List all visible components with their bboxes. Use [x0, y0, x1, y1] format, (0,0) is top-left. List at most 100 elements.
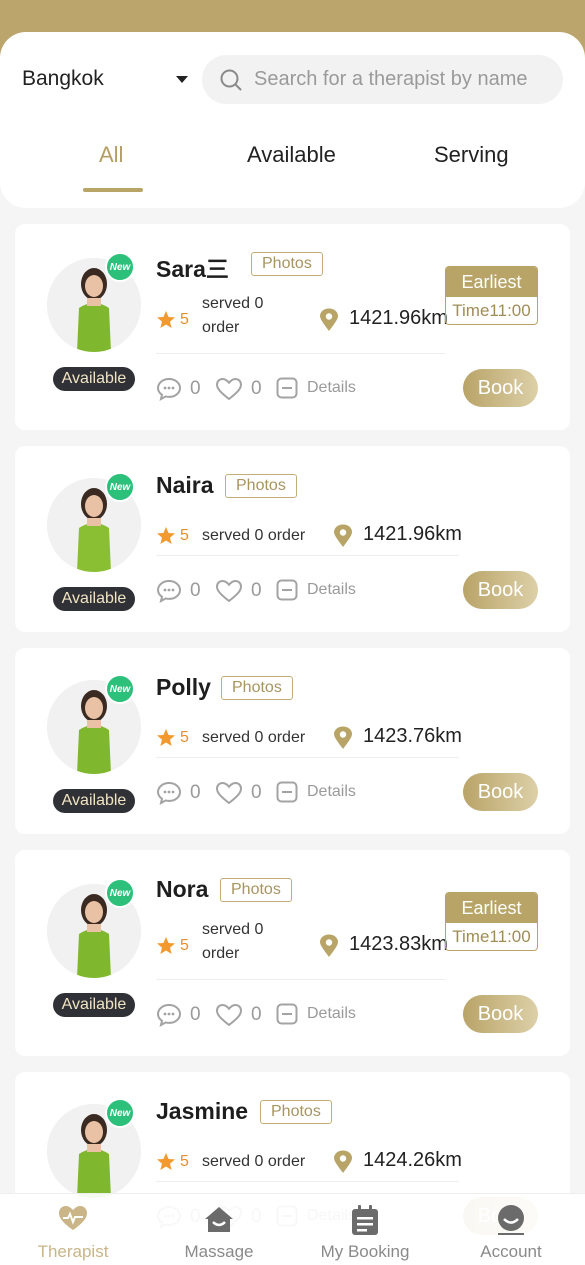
details-label: Details: [307, 581, 356, 598]
details-label: Details: [307, 1005, 356, 1022]
photos-button[interactable]: Photos: [260, 1100, 332, 1124]
details-link[interactable]: Details: [276, 579, 356, 601]
therapist-name: Sara三: [156, 256, 229, 282]
divider: [156, 555, 459, 556]
comment-icon: [156, 1003, 182, 1027]
therapist-card[interactable]: New Available Sara三 Photos 5 served 0 order …: [15, 224, 570, 430]
search-icon: [220, 69, 242, 90]
rating-value: 5: [180, 311, 189, 328]
served-count: served 0 order: [202, 1153, 306, 1170]
distance-value: 1423.83km: [349, 933, 448, 955]
photos-button[interactable]: Photos: [221, 676, 293, 700]
nav-label: Account: [480, 1242, 542, 1261]
star-icon: [157, 527, 175, 544]
therapist-name: Nora: [156, 876, 209, 902]
earliest-title: Earliest: [446, 893, 537, 923]
earliest-slot: Earliest Time11:00: [445, 266, 538, 325]
details-link[interactable]: Details: [276, 1003, 356, 1025]
comments-stat[interactable]: 0: [156, 579, 201, 603]
star-icon: [157, 729, 175, 746]
earliest-time: Time11:00: [452, 301, 531, 320]
new-badge: New: [105, 1098, 135, 1128]
calendar-icon: [352, 1205, 378, 1235]
nav-account[interactable]: Account: [438, 1194, 584, 1265]
therapist-name: Polly: [156, 674, 211, 700]
new-badge: New: [105, 674, 135, 704]
comment-icon: [156, 579, 182, 603]
details-link[interactable]: Details: [276, 781, 356, 803]
tab-serving[interactable]: Serving: [434, 142, 509, 168]
star-icon: [157, 937, 175, 954]
comment-count: 0: [190, 1004, 201, 1025]
tab-available[interactable]: Available: [247, 142, 336, 168]
filter-tabs: All Available Serving: [0, 128, 585, 198]
details-link[interactable]: Details: [276, 377, 356, 399]
comments-stat[interactable]: 0: [156, 1003, 201, 1027]
therapist-card[interactable]: New Available Polly Photos 5 served 0 order …: [15, 648, 570, 834]
status-badge: Available: [53, 789, 135, 813]
details-icon: [276, 579, 298, 601]
like-count: 0: [251, 580, 262, 601]
comment-count: 0: [190, 378, 201, 399]
book-button[interactable]: Book: [463, 369, 538, 407]
nav-therapist[interactable]: Therapist: [0, 1194, 146, 1265]
photos-button[interactable]: Photos: [251, 252, 323, 276]
therapist-card[interactable]: New Available Naira Photos 5 served 0 order …: [15, 446, 570, 632]
divider: [156, 979, 445, 980]
distance-value: 1424.26km: [363, 1149, 462, 1171]
user-icon: [498, 1205, 524, 1235]
details-icon: [276, 377, 298, 399]
earliest-slot: Earliest Time11:00: [445, 892, 538, 951]
bottom-navigation: Therapist Massage My Booking Account: [0, 1193, 585, 1265]
nav-label: My Booking: [320, 1242, 410, 1261]
chevron-down-icon: [176, 75, 188, 83]
details-label: Details: [307, 783, 356, 800]
comment-count: 0: [190, 782, 201, 803]
location-pin-icon: [334, 726, 352, 749]
details-label: Details: [307, 379, 356, 396]
like-count: 0: [251, 1004, 262, 1025]
earliest-time: Time11:00: [452, 927, 531, 946]
details-icon: [276, 1003, 298, 1025]
rating-value: 5: [180, 937, 189, 954]
active-tab-indicator: [83, 188, 143, 192]
served-count: served 0 order: [202, 921, 264, 962]
new-badge: New: [105, 472, 135, 502]
book-button[interactable]: Book: [463, 773, 538, 811]
likes-stat[interactable]: 0: [215, 1003, 262, 1027]
heart-icon: [215, 781, 243, 805]
nav-my-booking[interactable]: My Booking: [292, 1194, 438, 1265]
star-icon: [157, 1153, 175, 1170]
comments-stat[interactable]: 0: [156, 377, 201, 401]
status-badge: Available: [53, 367, 135, 391]
photos-button[interactable]: Photos: [225, 474, 297, 498]
likes-stat[interactable]: 0: [215, 377, 262, 401]
city-selector[interactable]: Bangkok: [22, 56, 192, 102]
search-input[interactable]: [254, 68, 554, 91]
status-badge: Available: [53, 587, 135, 611]
likes-stat[interactable]: 0: [215, 579, 262, 603]
rating-value: 5: [180, 1153, 189, 1170]
distance-value: 1421.96km: [349, 307, 448, 329]
distance-value: 1421.96km: [363, 523, 462, 545]
comments-stat[interactable]: 0: [156, 781, 201, 805]
like-count: 0: [251, 782, 262, 803]
tab-all[interactable]: All: [99, 142, 123, 168]
heart-hand-icon: [59, 1206, 87, 1230]
nav-massage[interactable]: Massage: [146, 1194, 292, 1265]
location-pin-icon: [320, 934, 338, 957]
therapist-card[interactable]: New Available Nora Photos 5 served 0 order 1…: [15, 850, 570, 1056]
comment-icon: [156, 781, 182, 805]
star-icon: [157, 311, 175, 328]
search-bar[interactable]: [202, 55, 563, 104]
city-label: Bangkok: [22, 67, 104, 90]
heart-icon: [215, 1003, 243, 1027]
book-button[interactable]: Book: [463, 995, 538, 1033]
book-button[interactable]: Book: [463, 571, 538, 609]
heart-icon: [215, 579, 243, 603]
rating-value: 5: [180, 527, 189, 544]
therapist-name: Naira: [156, 472, 214, 498]
rating-value: 5: [180, 729, 189, 746]
photos-button[interactable]: Photos: [220, 878, 292, 902]
likes-stat[interactable]: 0: [215, 781, 262, 805]
